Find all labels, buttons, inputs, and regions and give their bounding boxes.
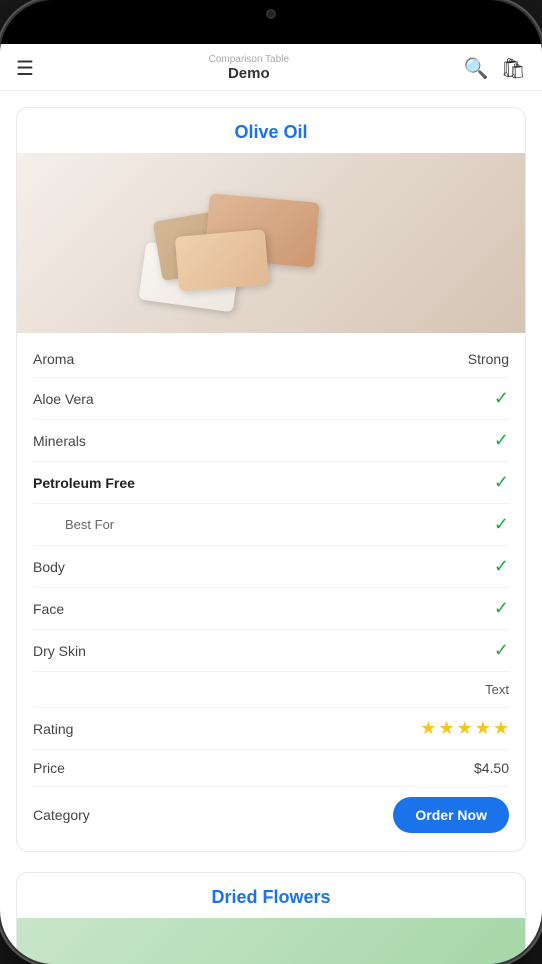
spec-row-text: Text bbox=[33, 672, 509, 708]
spec-row-aloe-vera: Aloe Vera ✓ bbox=[33, 378, 509, 420]
spec-value-body: ✓ bbox=[494, 556, 509, 577]
product-image-olive-oil bbox=[17, 153, 525, 333]
camera bbox=[266, 9, 276, 19]
spec-row-rating: Rating ★ ★ ★ ★ ★ bbox=[33, 708, 509, 750]
spec-value-face: ✓ bbox=[494, 598, 509, 619]
product-image-dried-flowers bbox=[17, 918, 525, 964]
product-title-olive-oil: Olive Oil bbox=[17, 108, 525, 153]
soap-visual bbox=[17, 153, 525, 333]
product-card-dried-flowers: Dried Flowers bbox=[16, 872, 526, 964]
order-now-button[interactable]: Order Now bbox=[393, 797, 509, 833]
spec-label-aroma: Aroma bbox=[33, 351, 74, 367]
spec-row-price: Price $4.50 bbox=[33, 750, 509, 787]
scroll-content[interactable]: Olive Oil Aroma Strong bbox=[0, 91, 542, 964]
spec-row-aroma: Aroma Strong bbox=[33, 341, 509, 378]
spec-label-rating: Rating bbox=[33, 721, 73, 737]
spec-value-minerals: ✓ bbox=[494, 430, 509, 451]
star-1: ★ bbox=[420, 718, 436, 739]
soap-bar-3 bbox=[175, 229, 269, 292]
menu-icon[interactable]: ☰ bbox=[16, 56, 34, 81]
product-title-dried-flowers: Dried Flowers bbox=[17, 873, 525, 918]
header-subtitle: Comparison Table bbox=[34, 54, 464, 65]
spec-row-face: Face ✓ bbox=[33, 588, 509, 630]
spec-label-price: Price bbox=[33, 760, 65, 776]
spec-value-aroma: Strong bbox=[468, 351, 509, 367]
spec-row-best-for: Best For ✓ bbox=[33, 504, 509, 546]
star-3: ★ bbox=[457, 718, 473, 739]
stars: ★ ★ ★ ★ ★ bbox=[420, 718, 509, 739]
spec-table: Aroma Strong Aloe Vera ✓ Minerals ✓ bbox=[17, 333, 525, 851]
header-title: Demo bbox=[34, 65, 464, 82]
spec-label-face: Face bbox=[33, 601, 64, 617]
spec-label-aloe-vera: Aloe Vera bbox=[33, 391, 94, 407]
star-2: ★ bbox=[438, 718, 454, 739]
spec-label-best-for: Best For bbox=[33, 517, 114, 532]
spec-label-minerals: Minerals bbox=[33, 433, 86, 449]
spec-label-dry-skin: Dry Skin bbox=[33, 643, 86, 659]
spec-label-petroleum-free: Petroleum Free bbox=[33, 475, 135, 491]
spec-value-petroleum-free: ✓ bbox=[494, 472, 509, 493]
spec-value-best-for: ✓ bbox=[494, 514, 509, 535]
notch-area bbox=[0, 0, 542, 44]
header: ☰ Comparison Table Demo 🔍 🛍 bbox=[0, 44, 542, 91]
bag-icon[interactable]: 🛍 bbox=[501, 56, 526, 81]
header-actions: 🔍 🛍 bbox=[464, 56, 526, 81]
spec-value-aloe-vera: ✓ bbox=[494, 388, 509, 409]
screen: ☰ Comparison Table Demo 🔍 🛍 Olive Oil bbox=[0, 44, 542, 964]
spec-label-body: Body bbox=[33, 559, 65, 575]
product-card-olive-oil: Olive Oil Aroma Strong bbox=[16, 107, 526, 852]
spec-value-price: $4.50 bbox=[474, 760, 509, 776]
spec-value-text: Text bbox=[485, 682, 509, 697]
spec-row-category: Category Order Now bbox=[33, 787, 509, 843]
spec-row-dry-skin: Dry Skin ✓ bbox=[33, 630, 509, 672]
spec-row-body: Body ✓ bbox=[33, 546, 509, 588]
star-4: ★ bbox=[475, 718, 491, 739]
spec-row-minerals: Minerals ✓ bbox=[33, 420, 509, 462]
search-icon[interactable]: 🔍 bbox=[464, 56, 489, 81]
star-5: ★ bbox=[493, 718, 509, 739]
spec-value-dry-skin: ✓ bbox=[494, 640, 509, 661]
notch bbox=[206, 0, 336, 28]
spec-label-category: Category bbox=[33, 807, 90, 823]
header-center: Comparison Table Demo bbox=[34, 54, 464, 82]
phone-frame: ☰ Comparison Table Demo 🔍 🛍 Olive Oil bbox=[0, 0, 542, 964]
spec-row-petroleum-free: Petroleum Free ✓ bbox=[33, 462, 509, 504]
